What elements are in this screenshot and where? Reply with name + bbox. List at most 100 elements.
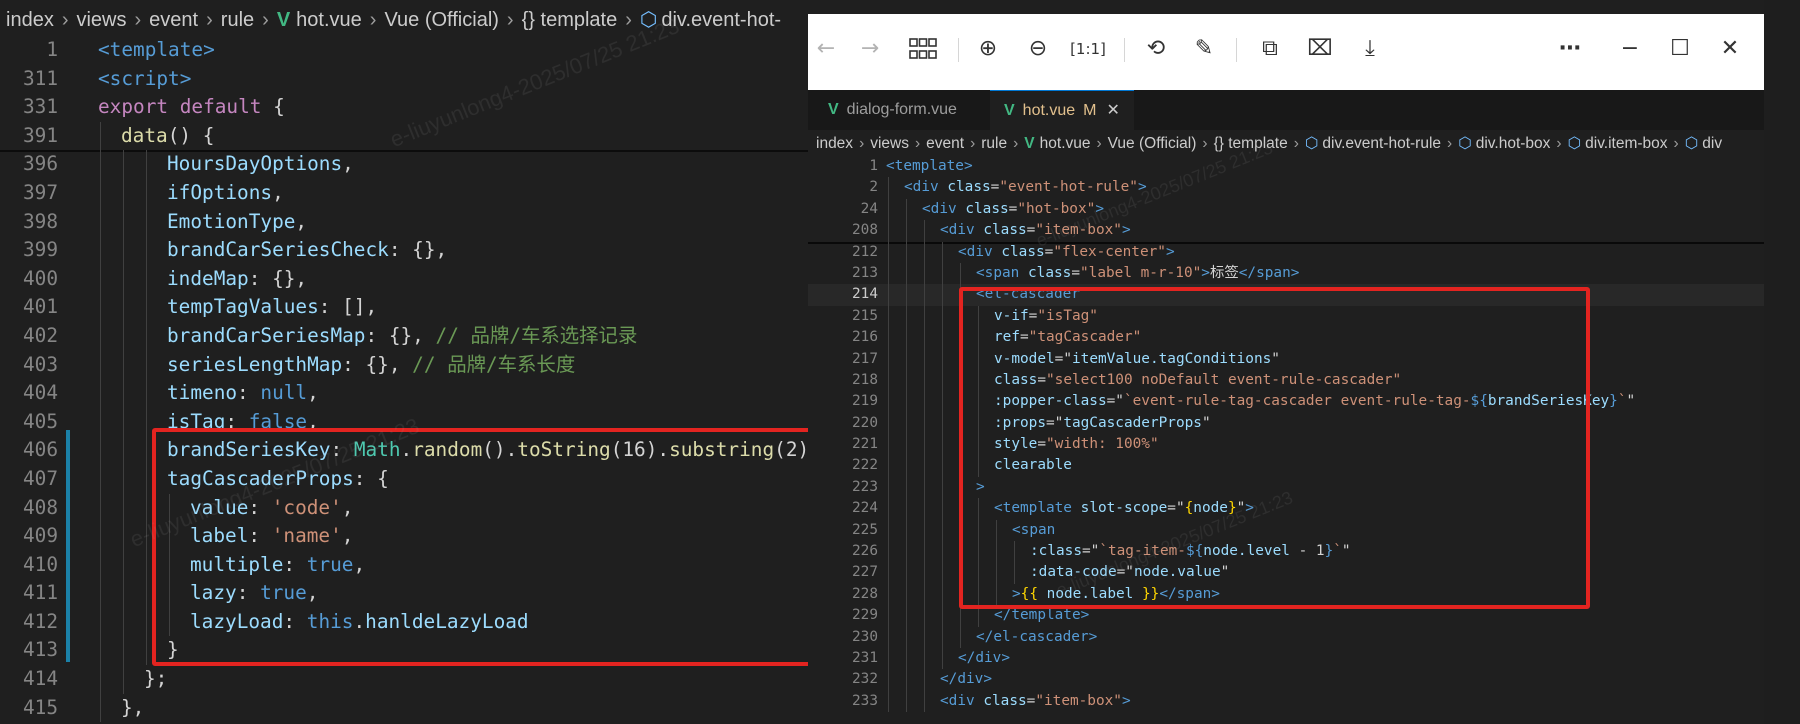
code-line[interactable]: 208 <div class="item-box"> [808,220,1764,242]
git-change-bar [66,430,70,662]
code-token: , [342,152,354,176]
code-token: , [295,209,308,233]
code-line[interactable]: 212 <div class="flex-center"> [808,241,1764,263]
code-line[interactable]: 400 indeMap: {}, [0,264,808,294]
code-token: seriesLengthMap [167,352,343,376]
code-token: "item-box" [1035,222,1122,239]
breadcrumb-item[interactable]: views [870,135,909,152]
code-line[interactable]: 311 <script> [0,65,808,94]
indent-guide [924,519,925,542]
crop-icon[interactable]: ⧉ [1252,31,1288,67]
tab-hot-vue[interactable]: Vhot.vue M ✕ [990,90,1134,130]
code-token: </el-cascader> [976,628,1098,645]
indent-guide [924,541,925,563]
breadcrumb-item[interactable]: event [926,135,964,152]
breadcrumb-item[interactable]: Vue (Official) [384,9,498,31]
code-line[interactable]: 398 EmotionType, [0,207,808,237]
edit-icon[interactable]: ✎ [1186,31,1222,67]
code-line[interactable]: 396 HoursDayOptions, [0,150,808,179]
indent-guide [888,605,889,627]
code-token: class [1001,243,1045,260]
back-icon[interactable]: ← [808,31,844,67]
breadcrumb-item[interactable]: index [6,9,54,31]
code-text: <div class="flex-center"> [958,242,1175,263]
tab-dialog-form[interactable]: Vdialog-form.vue [814,90,974,130]
breadcrumb-item[interactable]: event [149,9,198,31]
breadcrumb-item[interactable]: views [76,9,126,31]
code-line[interactable]: 414}; [0,665,808,694]
code-line[interactable]: 331 export default { [0,93,808,122]
indent-guide [888,434,889,456]
close-tab-icon[interactable]: ✕ [1106,102,1119,119]
code-line[interactable]: 415}, [0,693,808,723]
zoom-in-icon[interactable]: ⊕ [970,31,1006,67]
code-line[interactable]: 213 <span class="label m-r-10">标签</span> [808,262,1764,285]
code-line[interactable]: 230 </el-cascader> [808,626,1764,648]
indent-guide [146,178,147,208]
indent-guide [146,464,147,494]
indent-guide [888,177,889,199]
line-number: 24 [860,200,878,217]
left-code-editor[interactable]: index › views › event › rule › Vhot.vue › Vue (Off… [0,0,808,724]
code-token: tempTagValues [167,295,319,319]
grid-icon[interactable] [905,31,941,67]
breadcrumb-item[interactable]: hot.vue [1040,135,1091,152]
line-number: 414 [22,667,58,691]
breadcrumb-item[interactable]: div.event-hot-rule [1322,135,1441,152]
code-line[interactable]: 233 <div class="item-box"> [808,690,1764,713]
code-text: data() { [121,122,214,151]
toolbar-divider [958,38,959,62]
zoom-out-icon[interactable]: ⊖ [1020,31,1056,67]
minimize-icon[interactable]: − [1612,31,1648,67]
breadcrumb-item[interactable]: hot.vue [296,9,362,31]
code-line[interactable]: 399 brandCarSeriesCheck: {}, [0,236,808,265]
code-token: default [179,95,262,119]
line-number: 217 [852,350,878,367]
breadcrumb-item[interactable]: Vue (Official) [1108,135,1197,152]
indent-guide [888,348,889,370]
code-line[interactable]: 232 </div> [808,669,1764,691]
line-number: 408 [22,495,58,519]
code-line[interactable]: 402 brandCarSeriesMap: {}, // 品牌/车系选择记录 [0,321,808,351]
rotate-icon[interactable]: ⟲ [1138,31,1174,67]
indent-guide [942,391,943,413]
line-number: 232 [852,671,878,688]
code-text: <span class="label m-r-10">标签</span> [976,263,1299,284]
maximize-icon[interactable]: ☐ [1662,31,1698,67]
indent-guide [888,241,889,263]
line-number: 223 [852,478,878,495]
ocr-icon[interactable]: ⌧ [1302,31,1338,67]
close-icon[interactable]: ✕ [1712,31,1748,67]
breadcrumb-item[interactable]: div.hot-box [1476,135,1551,152]
code-text: }; [144,665,167,694]
breadcrumb-item[interactable]: div.item-box [1585,135,1667,152]
image-viewer-window[interactable]: ← → ⊕ ⊖ [1:1] ⟲ ✎ ⧉ ⌧ ⤓ ⋯ − ☐ ✕ Vdialog-… [808,14,1764,724]
code-line[interactable]: 391 data() { [0,121,808,151]
breadcrumb-item[interactable]: rule [981,135,1007,152]
line-number: 226 [852,543,878,560]
breadcrumb-item[interactable]: index [816,135,853,152]
actual-size-icon[interactable]: [1:1] [1070,31,1106,67]
code-line[interactable]: 231 </div> [808,647,1764,670]
indent-guide [123,436,124,465]
code-line[interactable]: 403 seriesLengthMap: {}, // 品牌/车系长度 [0,350,808,380]
more-icon[interactable]: ⋯ [1552,31,1588,67]
breadcrumb-item[interactable]: div [1702,135,1722,152]
indent-guide [146,150,147,179]
code-line[interactable]: 397 ifOptions, [0,178,808,208]
code-line[interactable]: 1 <template> [808,156,1764,177]
code-line[interactable]: 401 tempTagValues: [], [0,293,808,322]
indent-guide [906,498,907,520]
code-line[interactable]: 1 <template> [0,36,808,65]
code-line[interactable]: 2 <div class="event-hot-rule"> [808,177,1764,199]
line-number: 218 [852,371,878,388]
breadcrumb-item[interactable]: {} template [1214,135,1288,152]
breadcrumb-item[interactable]: rule [221,9,254,31]
save-icon[interactable]: ⤓ [1352,31,1388,67]
breadcrumb-item[interactable]: div.event-hot- [661,9,781,31]
code-line[interactable]: 24 <div class="hot-box"> [808,198,1764,221]
minimap[interactable] [1764,0,1800,724]
forward-icon[interactable]: → [852,31,888,67]
breadcrumb-item[interactable]: {} template [522,9,618,31]
code-line[interactable]: 404 timeno: null, [0,379,808,408]
